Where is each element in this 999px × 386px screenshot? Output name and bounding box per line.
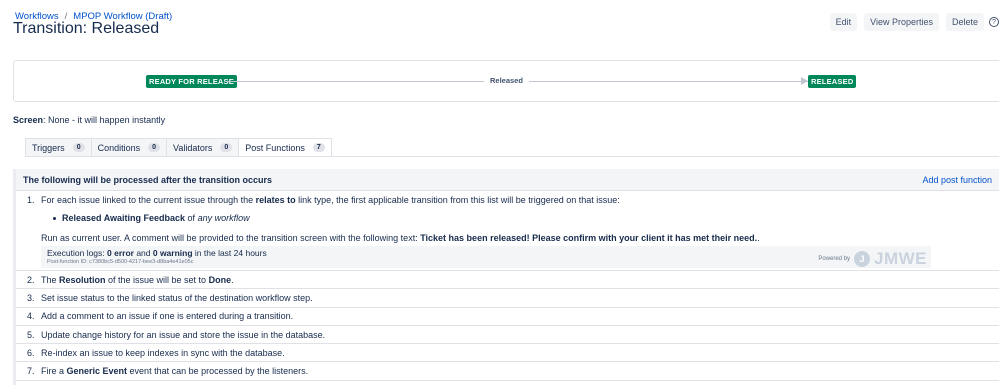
post-function-description: Fire a Generic Event event that can be p… — [41, 366, 308, 376]
post-function-row: 4. Add a comment to an issue if one is e… — [16, 308, 999, 326]
transition-label: Released — [484, 76, 529, 85]
panel-header: The following will be processed after th… — [16, 169, 999, 191]
screen-info: Screen: None - it will happen instantly — [13, 115, 165, 125]
tab-count-badge: 0 — [220, 143, 233, 152]
tab-label: Triggers — [32, 142, 65, 153]
delete-button[interactable]: Delete — [945, 13, 984, 31]
tab-validators[interactable]: Validators 0 — [167, 138, 240, 157]
powered-by-jmwe: Powered by J JMWE — [818, 249, 927, 269]
post-function-row: 6. Re-index an issue to keep indexes in … — [16, 344, 999, 363]
transition-list-item: Released Awaiting Feedback of any workfl… — [53, 213, 999, 223]
execution-logs-box: Execution logs: 0 error and 0 warning in… — [41, 246, 931, 268]
warning-count: 0 warning — [152, 248, 193, 258]
comment-text: Ticket has been released! Please confirm… — [420, 233, 758, 243]
jmwe-logo-text: JMWE — [874, 249, 927, 268]
tab-label: Conditions — [97, 142, 141, 153]
help-icon[interactable]: ? — [989, 17, 999, 27]
period-text: . — [757, 233, 760, 243]
field-name: Resolution — [59, 274, 106, 285]
post-function-row: 2. The Resolution of the issue will be s… — [16, 271, 999, 290]
add-post-function-link[interactable]: Add post function — [922, 175, 992, 185]
description-text: . — [231, 274, 234, 285]
tab-count-badge: 0 — [148, 143, 161, 152]
post-function-id: Post-function ID: c7380bc5-d500-4217-bee… — [47, 259, 194, 265]
panel-heading: The following will be processed after th… — [23, 174, 273, 185]
post-function-description: Add a comment to an issue if one is ente… — [41, 311, 294, 322]
tab-count-badge: 7 — [312, 143, 325, 152]
description-text: event that can be processed by the liste… — [127, 366, 309, 377]
row-number: 5. — [27, 329, 35, 340]
logs-label: Execution logs: — [47, 248, 108, 258]
row-number: 1. — [27, 195, 35, 205]
post-functions-panel: The following will be processed after th… — [13, 169, 999, 385]
tab-label: Validators — [173, 142, 213, 153]
powered-by-text: Powered by — [818, 256, 850, 262]
screen-value: : None - it will happen instantly — [43, 115, 166, 125]
description-text: For each issue linked to the current iss… — [41, 195, 256, 205]
run-as-text: Run as current user. A comment will be p… — [41, 233, 421, 243]
tab-post-functions[interactable]: Post Functions 7 — [239, 138, 332, 157]
view-properties-button[interactable]: View Properties — [864, 13, 939, 31]
event-name: Generic Event — [66, 366, 128, 377]
tabs-divider — [25, 156, 999, 157]
from-status-lozenge: READY FOR RELEASE — [146, 75, 237, 88]
bullet-icon — [53, 216, 56, 220]
row-number: 6. — [27, 347, 35, 358]
logs-period: in the last 24 hours — [192, 248, 267, 258]
tab-bar: Triggers 0 Conditions 0 Validators 0 Post F… — [25, 138, 332, 157]
post-function-row: 5. Update change history for an issue an… — [16, 326, 999, 345]
post-function-row: 3. Set issue status to the linked status… — [16, 289, 999, 308]
tab-count-badge: 0 — [72, 143, 85, 152]
to-status-lozenge: RELEASED — [808, 75, 857, 88]
post-function-description: Set issue status to the linked status of… — [41, 292, 313, 303]
post-function-description: Update change history for an issue and s… — [41, 329, 326, 340]
row-number: 4. — [27, 311, 35, 322]
run-as-description: Run as current user. A comment will be p… — [41, 233, 999, 243]
post-function-row: 1. For each issue linked to the current … — [16, 191, 999, 271]
post-function-description: For each issue linked to the current iss… — [41, 195, 999, 205]
transition-diagram: READY FOR RELEASE Released RELEASED — [13, 60, 999, 102]
logs-and: and — [133, 248, 153, 258]
link-type-name: relates to — [255, 195, 296, 205]
page-actions: Edit View Properties Delete ? — [829, 13, 999, 31]
description-text: The — [41, 274, 60, 285]
of-text: of — [185, 213, 198, 223]
execution-logs[interactable]: Execution logs: 0 error and 0 warning in… — [47, 248, 925, 258]
page-title: Transition: Released — [13, 20, 160, 37]
edit-button[interactable]: Edit — [829, 13, 858, 31]
row-number: 3. — [27, 292, 35, 303]
jmwe-logo-icon: J — [854, 251, 870, 267]
tab-label: Post Functions — [245, 142, 305, 153]
field-value: Done — [208, 274, 232, 285]
post-function-description: The Resolution of the issue will be set … — [41, 275, 234, 285]
description-text: link type, the first applicable transiti… — [295, 195, 620, 205]
post-function-description: Re-index an issue to keep indexes in syn… — [41, 347, 285, 358]
transition-name: Released Awaiting Feedback — [62, 213, 186, 223]
arrow-head-icon — [801, 77, 808, 85]
screen-label: Screen — [13, 115, 44, 125]
tab-triggers[interactable]: Triggers 0 — [25, 138, 92, 157]
workflow-scope: any workflow — [197, 213, 250, 223]
tab-conditions[interactable]: Conditions 0 — [91, 138, 168, 157]
row-number: 2. — [27, 274, 35, 285]
description-text: of the issue will be set to — [105, 274, 209, 285]
row-number: 7. — [27, 366, 35, 377]
error-count: 0 error — [107, 248, 134, 258]
description-text: Fire a — [41, 366, 67, 377]
post-function-row: 7. Fire a Generic Event event that can b… — [16, 362, 999, 381]
